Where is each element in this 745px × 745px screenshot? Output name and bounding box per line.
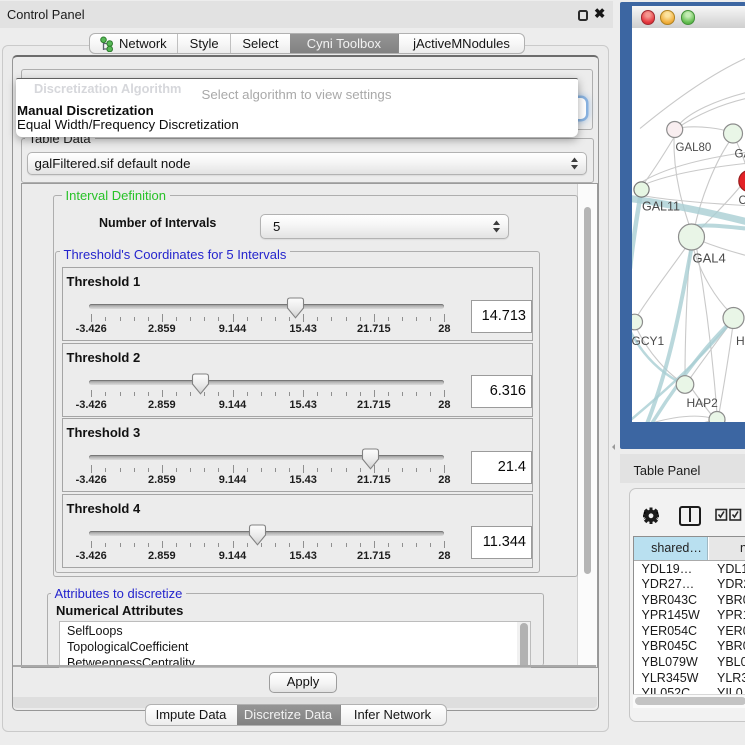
svg-text:C: C (739, 195, 745, 207)
svg-text:GAL4: GAL4 (693, 250, 726, 265)
svg-text:H: H (736, 334, 745, 348)
svg-text:GCY1: GCY1 (632, 334, 665, 348)
svg-text:GA: GA (735, 148, 745, 160)
svg-text:GAL80: GAL80 (676, 142, 712, 154)
svg-text:HAP2: HAP2 (687, 396, 719, 410)
svg-text:GAL11: GAL11 (642, 199, 680, 213)
